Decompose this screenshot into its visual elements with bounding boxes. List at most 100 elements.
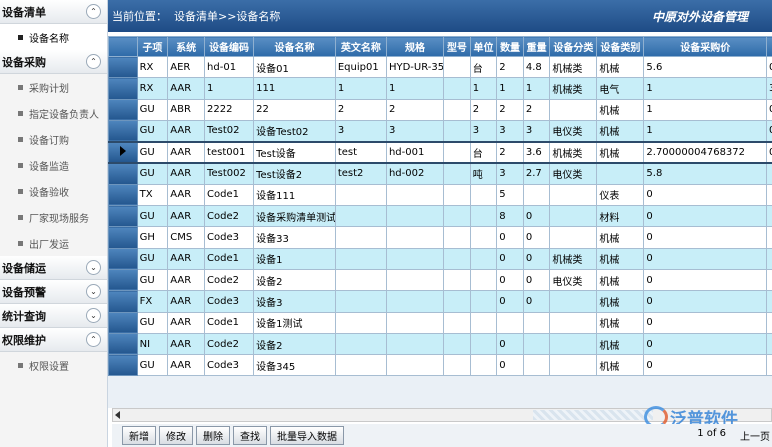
table-cell[interactable] — [334, 183, 387, 207]
table-cell[interactable] — [549, 354, 598, 376]
table-cell[interactable]: 仪表 — [596, 183, 645, 207]
row-indicator[interactable] — [108, 226, 138, 249]
table-cell[interactable]: 2222 — [204, 98, 255, 121]
sidebar-item[interactable]: 厂家现场服务 — [0, 204, 107, 230]
table-cell[interactable]: 0 — [643, 290, 768, 313]
sidebar-section[interactable]: 设备清单 ⌃ — [0, 0, 107, 24]
table-cell[interactable]: FX — [136, 290, 169, 313]
row-indicator[interactable] — [108, 98, 138, 121]
table-cell[interactable]: 111 — [253, 77, 336, 100]
table-cell[interactable]: ABR — [167, 98, 206, 121]
column-header[interactable]: 型号 — [443, 36, 471, 57]
table-cell[interactable]: 002 — [766, 98, 772, 121]
table-row[interactable]: RXAAR111111111机械类电气1323 — [108, 77, 772, 100]
table-cell[interactable] — [596, 162, 645, 185]
table-cell[interactable] — [766, 268, 772, 292]
row-indicator[interactable] — [108, 332, 138, 356]
table-cell[interactable]: Code2 — [204, 268, 255, 292]
table-cell[interactable]: 2 — [496, 55, 524, 79]
column-header[interactable]: 合同编 — [766, 36, 772, 57]
table-cell[interactable] — [385, 183, 445, 207]
table-cell[interactable] — [549, 332, 598, 356]
table-cell[interactable]: 1 — [385, 77, 445, 100]
table-cell[interactable] — [443, 354, 471, 376]
table-cell[interactable]: 0 — [643, 226, 768, 249]
table-cell[interactable]: 0 — [496, 247, 524, 270]
column-header[interactable]: 设备编码 — [204, 36, 255, 57]
table-cell[interactable]: 机械类 — [549, 247, 598, 270]
table-cell[interactable]: 3.6 — [522, 140, 551, 164]
table-cell[interactable]: 0 — [522, 205, 551, 228]
table-cell[interactable] — [766, 247, 772, 270]
table-cell[interactable]: 1 — [643, 98, 768, 121]
sidebar-section[interactable]: 统计查询 ⌄ — [0, 304, 107, 328]
scroll-left-icon[interactable] — [115, 411, 120, 419]
table-cell[interactable]: AAR — [167, 290, 206, 313]
table-cell[interactable]: GU — [136, 205, 169, 228]
table-cell[interactable] — [469, 311, 498, 334]
table-cell[interactable] — [443, 311, 471, 334]
table-cell[interactable]: GU — [136, 140, 169, 164]
table-cell[interactable] — [334, 226, 387, 249]
toggle-icon[interactable]: ⌃ — [86, 4, 101, 19]
table-cell[interactable] — [385, 332, 445, 356]
table-cell[interactable]: 设备1 — [253, 247, 336, 270]
table-cell[interactable]: AAR — [167, 119, 206, 143]
table-cell[interactable]: AAR — [167, 247, 206, 270]
table-cell[interactable]: AAR — [167, 354, 206, 376]
table-cell[interactable]: 3 — [469, 119, 498, 143]
table-cell[interactable]: 机械 — [596, 311, 645, 334]
table-cell[interactable]: 1 — [204, 77, 255, 100]
table-cell[interactable] — [443, 98, 471, 121]
table-cell[interactable] — [469, 332, 498, 356]
table-row[interactable]: RX AER hd-01 设备01 Equip01 HYD-UR-35 台 2 4.8 机械类 机械… — [108, 55, 772, 79]
table-cell[interactable]: 机械 — [596, 332, 645, 356]
row-indicator[interactable] — [108, 205, 138, 228]
table-cell[interactable]: 1 — [643, 77, 768, 100]
table-cell[interactable]: 22 — [253, 98, 336, 121]
table-cell[interactable]: test — [334, 140, 387, 164]
row-indicator[interactable] — [108, 55, 138, 79]
sidebar-item[interactable]: 权限设置 — [0, 352, 107, 378]
table-cell[interactable]: GU — [136, 311, 169, 334]
table-cell[interactable]: GU — [136, 268, 169, 292]
table-row[interactable]: GU AAR Test002 Test设备2 test2 hd-002 吨 3 2.7 电仪类 5.… — [108, 162, 772, 185]
toolbar-button[interactable]: 查找 — [233, 426, 267, 445]
table-cell[interactable]: 0 — [643, 332, 768, 356]
table-cell[interactable]: 004 — [766, 119, 772, 143]
column-header[interactable]: 设备名称 — [253, 36, 336, 57]
table-cell[interactable]: GU — [136, 119, 169, 143]
table-cell[interactable]: AER — [167, 55, 206, 79]
table-cell[interactable]: test2 — [334, 162, 387, 185]
table-cell[interactable]: 1 — [496, 77, 524, 100]
column-header[interactable]: 单位 — [469, 36, 498, 57]
table-row[interactable]: NI AAR Code2 设备2 0 机械 0 — [108, 332, 772, 356]
table-cell[interactable] — [385, 311, 445, 334]
row-indicator[interactable] — [108, 354, 138, 376]
table-cell[interactable] — [334, 332, 387, 356]
table-cell[interactable]: 材料 — [596, 205, 645, 228]
table-cell[interactable]: AAR — [167, 140, 206, 164]
table-cell[interactable] — [549, 290, 598, 313]
toggle-icon[interactable]: ⌄ — [86, 260, 101, 275]
table-cell[interactable] — [385, 354, 445, 376]
table-cell[interactable]: GU — [136, 247, 169, 270]
table-cell[interactable]: 0 — [643, 311, 768, 334]
table-cell[interactable] — [385, 247, 445, 270]
table-cell[interactable]: 0 — [643, 354, 768, 376]
row-indicator[interactable] — [108, 162, 138, 185]
table-cell[interactable]: Test设备2 — [253, 162, 336, 185]
table-cell[interactable]: 0 — [522, 268, 551, 292]
table-cell[interactable]: hd-002 — [385, 162, 445, 185]
table-cell[interactable]: 3 — [496, 162, 524, 185]
table-cell[interactable]: 机械 — [596, 226, 645, 249]
sidebar-section[interactable]: 权限维护 ⌃ — [0, 328, 107, 352]
table-cell[interactable]: 0 — [496, 226, 524, 249]
table-cell[interactable] — [334, 290, 387, 313]
row-indicator[interactable] — [108, 268, 138, 292]
table-cell[interactable] — [469, 268, 498, 292]
table-row[interactable]: GU AAR Code3 设备345 0 机械 0 — [108, 354, 772, 376]
table-cell[interactable] — [334, 311, 387, 334]
table-cell[interactable]: 0 — [522, 226, 551, 249]
table-cell[interactable] — [443, 247, 471, 270]
